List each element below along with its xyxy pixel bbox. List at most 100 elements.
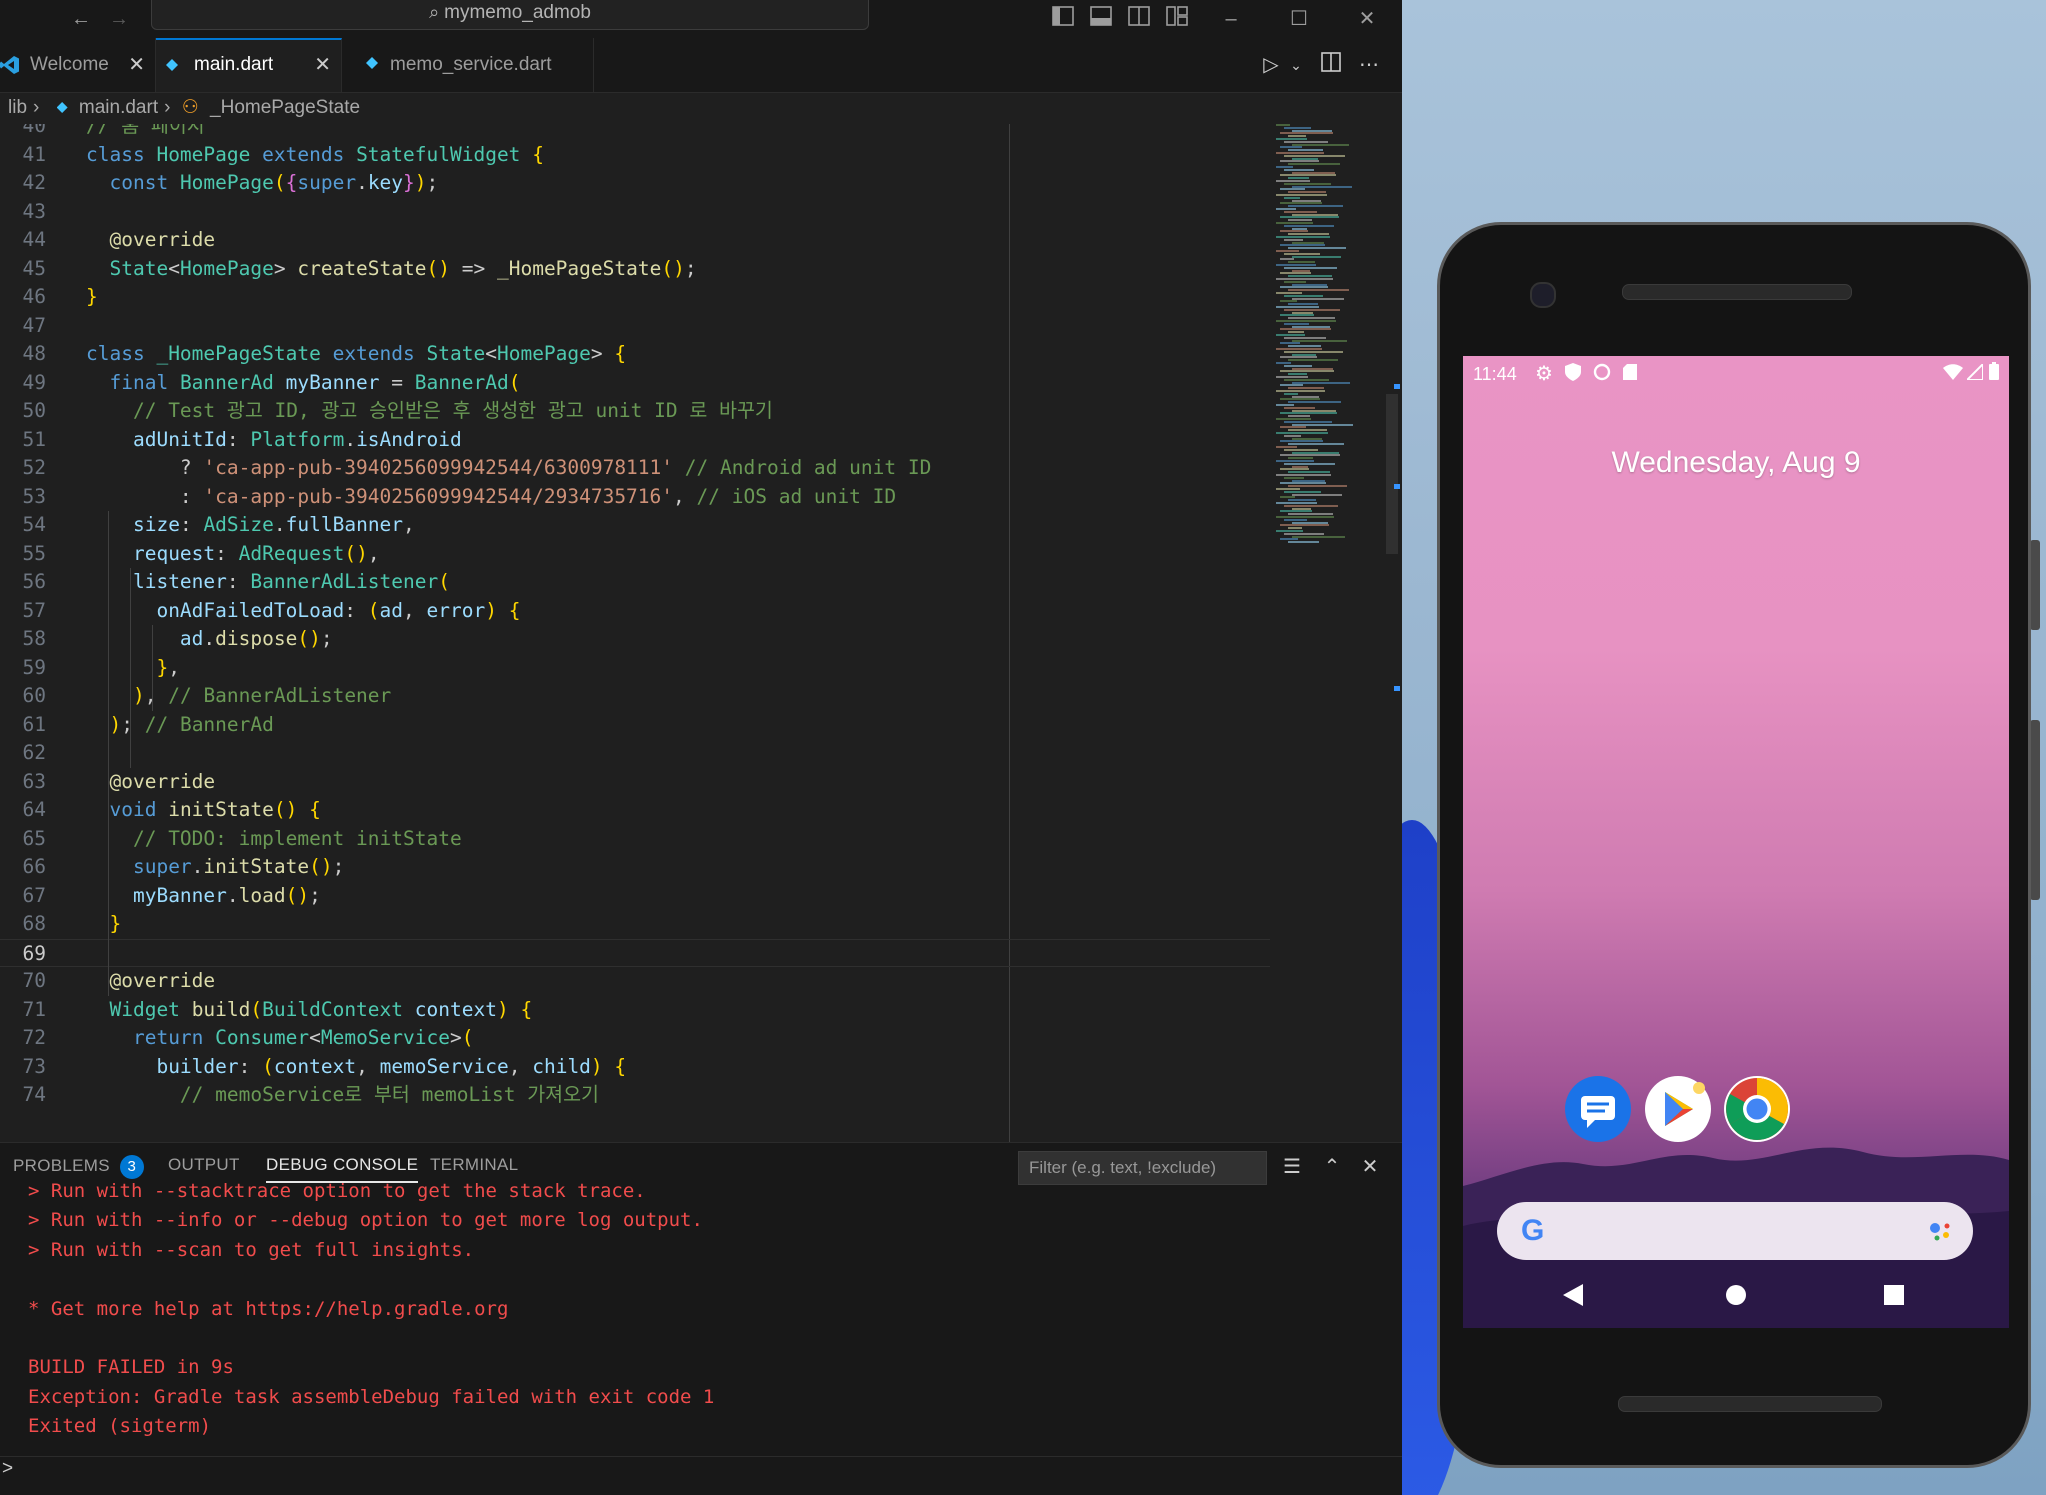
tab-welcome[interactable]: Welcome ✕	[0, 38, 156, 92]
home-date-widget[interactable]: Wednesday, Aug 9	[1463, 446, 2009, 480]
home-nav-icon[interactable]	[1725, 1284, 1747, 1311]
console-filter-input[interactable]: Filter (e.g. text, !exclude)	[1018, 1151, 1267, 1185]
phone-home-screen[interactable]: 11:44 ⚙ Wednesday, Aug 9 G	[1463, 356, 2009, 1328]
toggle-secondary-sidebar-icon[interactable]	[1126, 6, 1152, 32]
code-line[interactable]: 71 Widget build(BuildContext context) {	[0, 996, 1270, 1025]
editor-scrollbar[interactable]	[1386, 124, 1400, 1142]
code-line[interactable]: 51 adUnitId: Platform.isAndroid	[0, 426, 1270, 455]
line-code: Widget build(BuildContext context) {	[109, 997, 533, 1021]
line-number: 74	[22, 1083, 46, 1106]
close-panel-icon[interactable]: ✕	[1356, 1153, 1384, 1181]
scrollbar-thumb[interactable]	[1386, 394, 1398, 554]
code-line[interactable]: 55 request: AdRequest(),	[0, 540, 1270, 569]
command-center-search[interactable]: ⌕ mymemo_admob	[151, 0, 869, 30]
code-line[interactable]: 65 // TODO: implement initState	[0, 825, 1270, 854]
google-search-bar[interactable]: G	[1497, 1202, 1973, 1260]
play-store-icon[interactable]	[1645, 1076, 1711, 1142]
code-line[interactable]: 72 return Consumer<MemoService>(	[0, 1024, 1270, 1053]
code-line[interactable]: 46}	[0, 283, 1270, 312]
close-window-icon[interactable]: ✕	[1354, 6, 1380, 32]
code-editor[interactable]: 40 // 홈 페이지 41 class HomePage extends State…	[0, 124, 1402, 1142]
code-line[interactable]: 56 listener: BannerAdListener(	[0, 568, 1270, 597]
code-line[interactable]: 66 super.initState();	[0, 853, 1270, 882]
minimap-line	[1288, 527, 1302, 530]
maximize-icon[interactable]: ☐	[1286, 6, 1312, 32]
minimap-line	[1288, 387, 1324, 390]
chevron-down-icon[interactable]: ⌄	[1283, 52, 1309, 78]
code-line[interactable]: 42 const HomePage({super.key});	[0, 169, 1270, 198]
code-line[interactable]: 59 },	[0, 654, 1270, 683]
minimap-line	[1288, 415, 1310, 418]
code-line[interactable]: 73 builder: (context, memoService, child…	[0, 1053, 1270, 1082]
minimap-line	[1276, 474, 1331, 476]
panel-tab-output[interactable]: OUTPUT	[168, 1155, 240, 1175]
panel-tab-terminal[interactable]: TERMINAL	[430, 1155, 518, 1175]
line-number: 44	[22, 228, 46, 251]
code-line[interactable]: 68 }	[0, 910, 1270, 939]
minimap-line	[1288, 541, 1319, 544]
forward-arrow-icon[interactable]: →	[106, 6, 132, 32]
code-line[interactable]: 45 State<HomePage> createState() => _Hom…	[0, 255, 1270, 284]
shield-icon	[1565, 363, 1581, 386]
minimap-line	[1284, 392, 1298, 395]
code-line[interactable]: 64 void initState() {	[0, 796, 1270, 825]
console-input-prompt[interactable]: >	[0, 1456, 1402, 1480]
code-line[interactable]: 49 final BannerAd myBanner = BannerAd(	[0, 369, 1270, 398]
split-editor-icon[interactable]	[1318, 52, 1344, 78]
code-line[interactable]: 47	[0, 312, 1270, 341]
close-tab-icon[interactable]: ✕	[128, 38, 145, 92]
code-line[interactable]: 40 // 홈 페이지	[0, 124, 1270, 141]
code-line[interactable]: 74 // memoService로 부터 memoList 가져오기	[0, 1081, 1270, 1110]
code-line[interactable]: 62	[0, 739, 1270, 768]
code-line[interactable]: 69	[0, 938, 1270, 967]
code-line[interactable]: 70 @override	[0, 967, 1270, 996]
minimap-line	[1284, 308, 1340, 311]
toggle-panel-icon[interactable]	[1088, 6, 1114, 32]
breadcrumb-folder[interactable]: lib	[8, 97, 27, 118]
panel-tab-debug-console[interactable]: DEBUG CONSOLE	[266, 1155, 419, 1183]
customize-layout-icon[interactable]	[1164, 6, 1190, 32]
code-line[interactable]: 54 size: AdSize.fullBanner,	[0, 511, 1270, 540]
tab-main-dart[interactable]: main.dart ✕	[156, 38, 342, 92]
breadcrumb-file[interactable]: main.dart	[79, 97, 158, 118]
maximize-panel-icon[interactable]: ⌃	[1318, 1153, 1346, 1181]
google-assistant-icon[interactable]	[1929, 1220, 1953, 1249]
breadcrumb-symbol[interactable]: _HomePageState	[210, 97, 360, 118]
minimap-line	[1292, 423, 1353, 426]
messages-icon[interactable]	[1565, 1076, 1631, 1142]
recents-nav-icon[interactable]	[1883, 1284, 1905, 1311]
title-bar: ← → ⌕ mymemo_admob – ☐ ✕	[0, 0, 1402, 38]
code-line[interactable]: 63 @override	[0, 768, 1270, 797]
more-actions-icon[interactable]: ⋯	[1356, 52, 1382, 78]
run-icon[interactable]: ▷	[1258, 52, 1284, 78]
minimap-line	[1288, 289, 1349, 292]
code-line[interactable]: 53 : 'ca-app-pub-3940256099942544/293473…	[0, 483, 1270, 512]
code-line[interactable]: 58 ad.dispose();	[0, 625, 1270, 654]
code-line[interactable]: 67 myBanner.load();	[0, 882, 1270, 911]
minimap-line	[1280, 202, 1322, 205]
back-arrow-icon[interactable]: ←	[68, 6, 94, 32]
minimize-icon[interactable]: –	[1218, 6, 1244, 32]
code-line[interactable]: 44 @override	[0, 226, 1270, 255]
phone-power-button[interactable]	[2030, 540, 2040, 630]
back-nav-icon[interactable]	[1563, 1284, 1585, 1311]
code-line[interactable]: 52 ? 'ca-app-pub-3940256099942544/630097…	[0, 454, 1270, 483]
close-tab-icon[interactable]: ✕	[314, 40, 331, 90]
code-line[interactable]: 50 // Test 광고 ID, 광고 승인받은 후 생성한 광고 unit …	[0, 397, 1270, 426]
tab-memo-service-dart[interactable]: memo_service.dart	[342, 38, 594, 92]
chrome-icon[interactable]	[1724, 1076, 1790, 1142]
code-line[interactable]: 60 ), // BannerAdListener	[0, 682, 1270, 711]
minimap-line	[1280, 244, 1325, 247]
code-line[interactable]: 41 class HomePage extends StatefulWidget …	[0, 141, 1270, 170]
minimap[interactable]	[1276, 124, 1386, 584]
minimap-line	[1280, 328, 1331, 331]
toggle-primary-sidebar-icon[interactable]	[1050, 6, 1076, 32]
code-line[interactable]: 61 ); // BannerAd	[0, 711, 1270, 740]
panel-tab-problems[interactable]: PROBLEMS 3	[13, 1155, 144, 1179]
line-code: class HomePage extends StatefulWidget {	[86, 142, 544, 166]
code-line[interactable]: 43	[0, 198, 1270, 227]
code-line[interactable]: 57 onAdFailedToLoad: (ad, error) {	[0, 597, 1270, 626]
clear-console-icon[interactable]: ☰	[1278, 1153, 1306, 1181]
phone-volume-button[interactable]	[2030, 720, 2040, 900]
code-line[interactable]: 48 class _HomePageState extends State<Hom…	[0, 340, 1270, 369]
